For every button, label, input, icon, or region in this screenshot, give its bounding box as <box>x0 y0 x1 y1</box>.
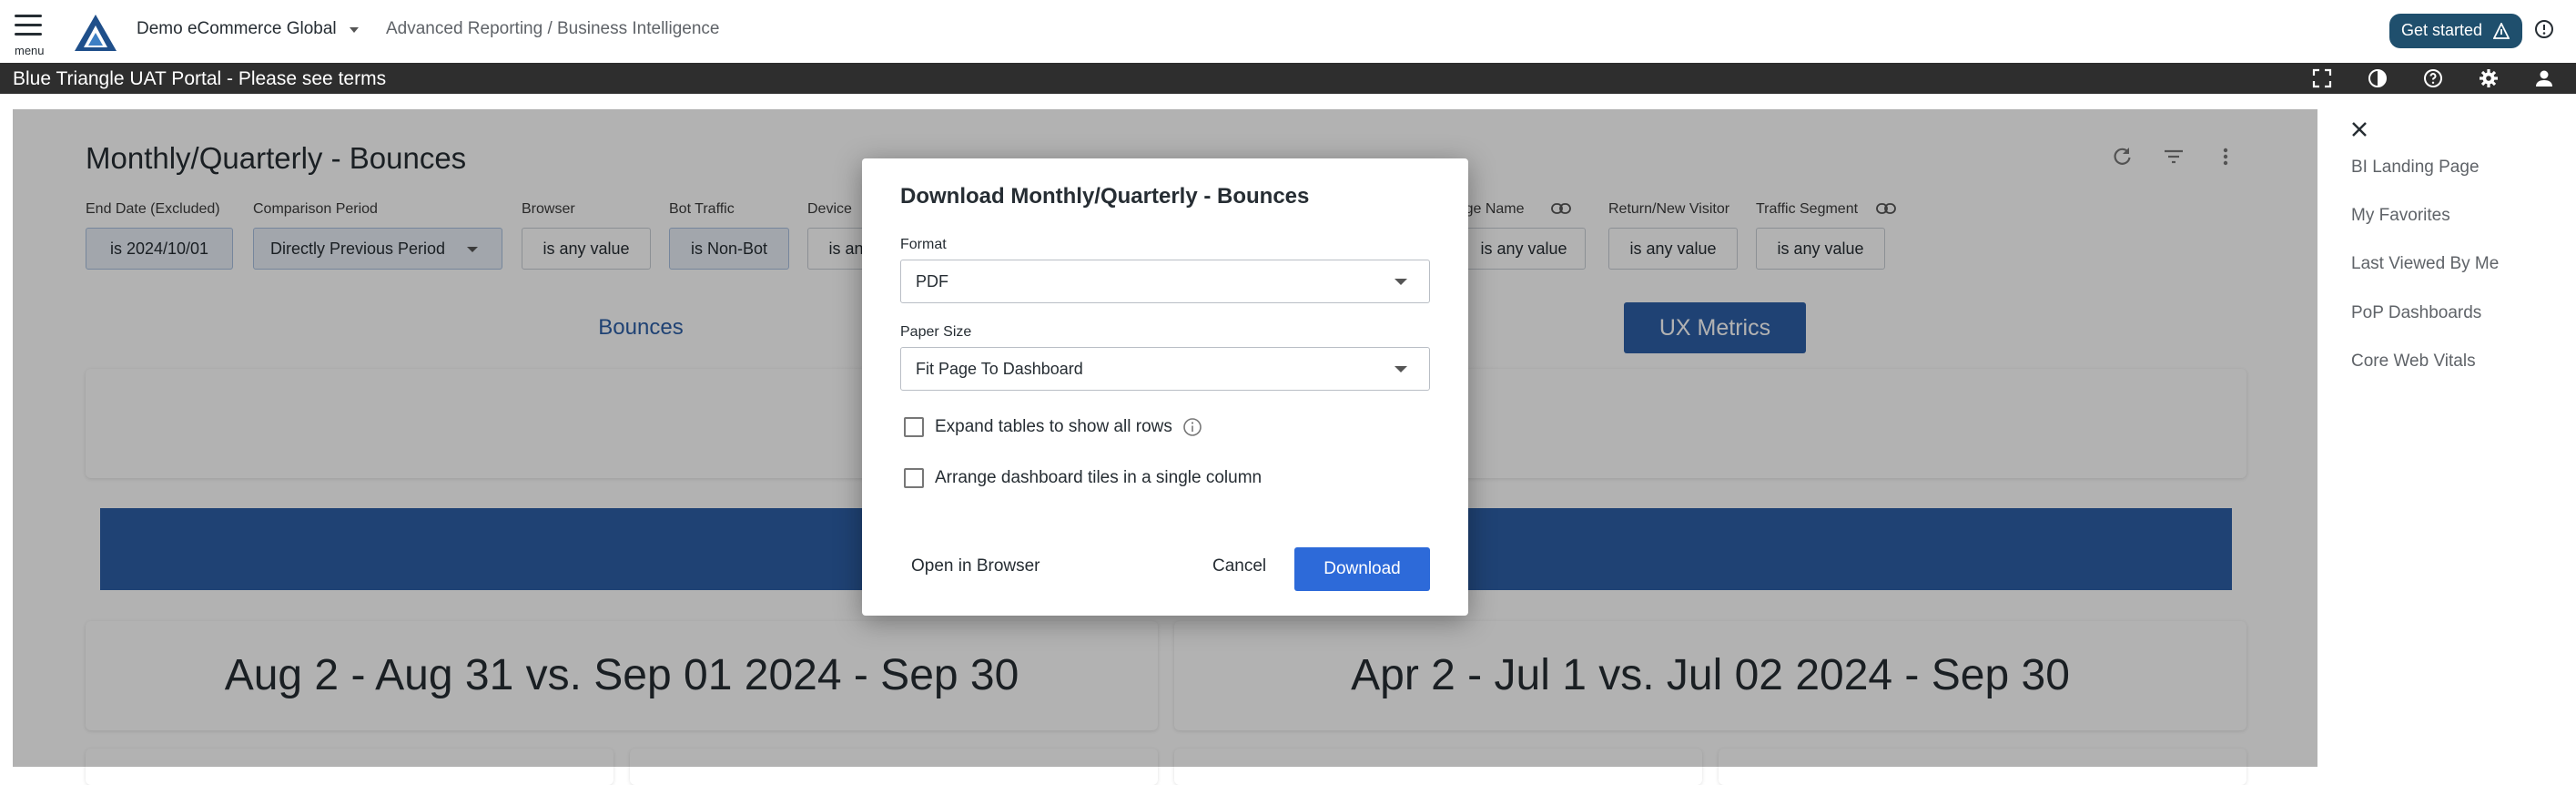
dialog-title: Download Monthly/Quarterly - Bounces <box>900 184 1310 209</box>
side-item-pop-dashboards[interactable]: PoP Dashboards <box>2351 303 2481 323</box>
fullscreen-icon[interactable] <box>2311 67 2333 89</box>
expand-tables-label[interactable]: Expand tables to show all rows <box>935 417 1172 437</box>
side-item-core-web-vitals[interactable]: Core Web Vitals <box>2351 352 2476 372</box>
org-selector[interactable]: Demo eCommerce Global <box>137 19 337 39</box>
open-in-browser-button[interactable]: Open in Browser <box>911 556 1040 576</box>
info-icon[interactable] <box>2533 18 2555 40</box>
menu-icon-bar <box>15 24 42 26</box>
contrast-icon[interactable] <box>2367 67 2388 89</box>
cancel-button[interactable]: Cancel <box>1212 556 1266 576</box>
side-item-my-favorites[interactable]: My Favorites <box>2351 206 2450 226</box>
side-panel: BI Landing Page My Favorites Last Viewed… <box>2330 109 2576 767</box>
paper-size-select[interactable]: Fit Page To Dashboard <box>900 347 1430 391</box>
format-label: Format <box>900 237 947 252</box>
paper-size-value: Fit Page To Dashboard <box>916 360 1083 378</box>
single-column-checkbox[interactable] <box>904 468 924 488</box>
menu-icon <box>15 15 42 17</box>
menu-caption: menu <box>15 44 45 57</box>
single-column-label[interactable]: Arrange dashboard tiles in a single colu… <box>935 468 1262 488</box>
chevron-down-icon <box>1394 366 1407 372</box>
expand-tables-checkbox[interactable] <box>904 417 924 437</box>
portal-banner: Blue Triangle UAT Portal - Please see te… <box>0 63 2576 94</box>
chevron-down-icon <box>1394 279 1407 285</box>
side-item-last-viewed[interactable]: Last Viewed By Me <box>2351 254 2499 274</box>
format-value: PDF <box>916 272 948 291</box>
download-button[interactable]: Download <box>1294 547 1430 591</box>
help-icon[interactable] <box>2422 67 2444 89</box>
close-icon[interactable] <box>2348 118 2370 140</box>
menu-icon-bar <box>15 33 42 36</box>
side-item-bi-landing-page[interactable]: BI Landing Page <box>2351 158 2480 178</box>
gear-icon[interactable] <box>2478 67 2500 89</box>
paper-size-label: Paper Size <box>900 324 972 340</box>
blue-triangle-logo[interactable] <box>73 13 118 53</box>
breadcrumb: Advanced Reporting / Business Intelligen… <box>386 19 720 38</box>
get-started-label: Get started <box>2401 21 2483 39</box>
chevron-down-icon[interactable] <box>350 27 359 33</box>
get-started-button[interactable]: Get started <box>2389 14 2522 48</box>
top-bar: menu Demo eCommerce Global Advanced Repo… <box>0 0 2576 63</box>
banner-text: Blue Triangle UAT Portal - Please see te… <box>13 68 387 89</box>
triangle-icon <box>2493 23 2510 39</box>
info-icon[interactable] <box>1182 417 1202 437</box>
download-dialog: Download Monthly/Quarterly - Bounces For… <box>862 158 1468 616</box>
menu-button[interactable]: menu <box>13 13 46 57</box>
user-icon[interactable] <box>2533 67 2555 89</box>
format-select[interactable]: PDF <box>900 260 1430 303</box>
